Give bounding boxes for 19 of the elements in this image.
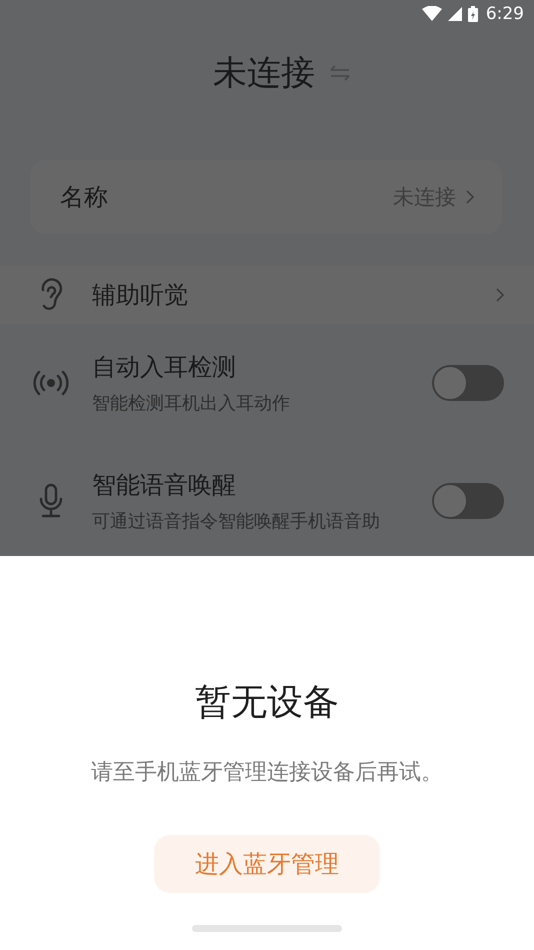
toggle-switch[interactable] <box>432 483 504 519</box>
toggle-switch[interactable] <box>432 365 504 401</box>
sheet-message: 请至手机蓝牙管理连接设备后再试。 <box>91 759 443 787</box>
signal-icon <box>448 7 462 21</box>
setting-label: 自动入耳检测 <box>92 352 237 383</box>
chevron-icon <box>496 288 504 302</box>
page-title: 未连接 <box>213 52 315 95</box>
sheet-title: 暂无设备 <box>195 681 339 725</box>
bluetooth-settings-button[interactable]: 进入蓝牙管理 <box>154 835 380 893</box>
hearing-row[interactable]: 辅助听觉 <box>0 266 534 324</box>
swap-icon[interactable] <box>329 64 351 82</box>
radio-waves-icon <box>32 369 70 397</box>
chevron-icon <box>466 190 474 204</box>
wifi-icon <box>422 6 442 22</box>
setting-description: 智能检测耳机出入耳动作 <box>92 392 291 415</box>
battery-icon <box>468 6 478 22</box>
setting-description: 可通过语音指令智能唤醒手机语音助 <box>92 510 381 533</box>
setting-label: 智能语音唤醒 <box>92 470 237 501</box>
status-time: 6:29 <box>486 4 524 24</box>
